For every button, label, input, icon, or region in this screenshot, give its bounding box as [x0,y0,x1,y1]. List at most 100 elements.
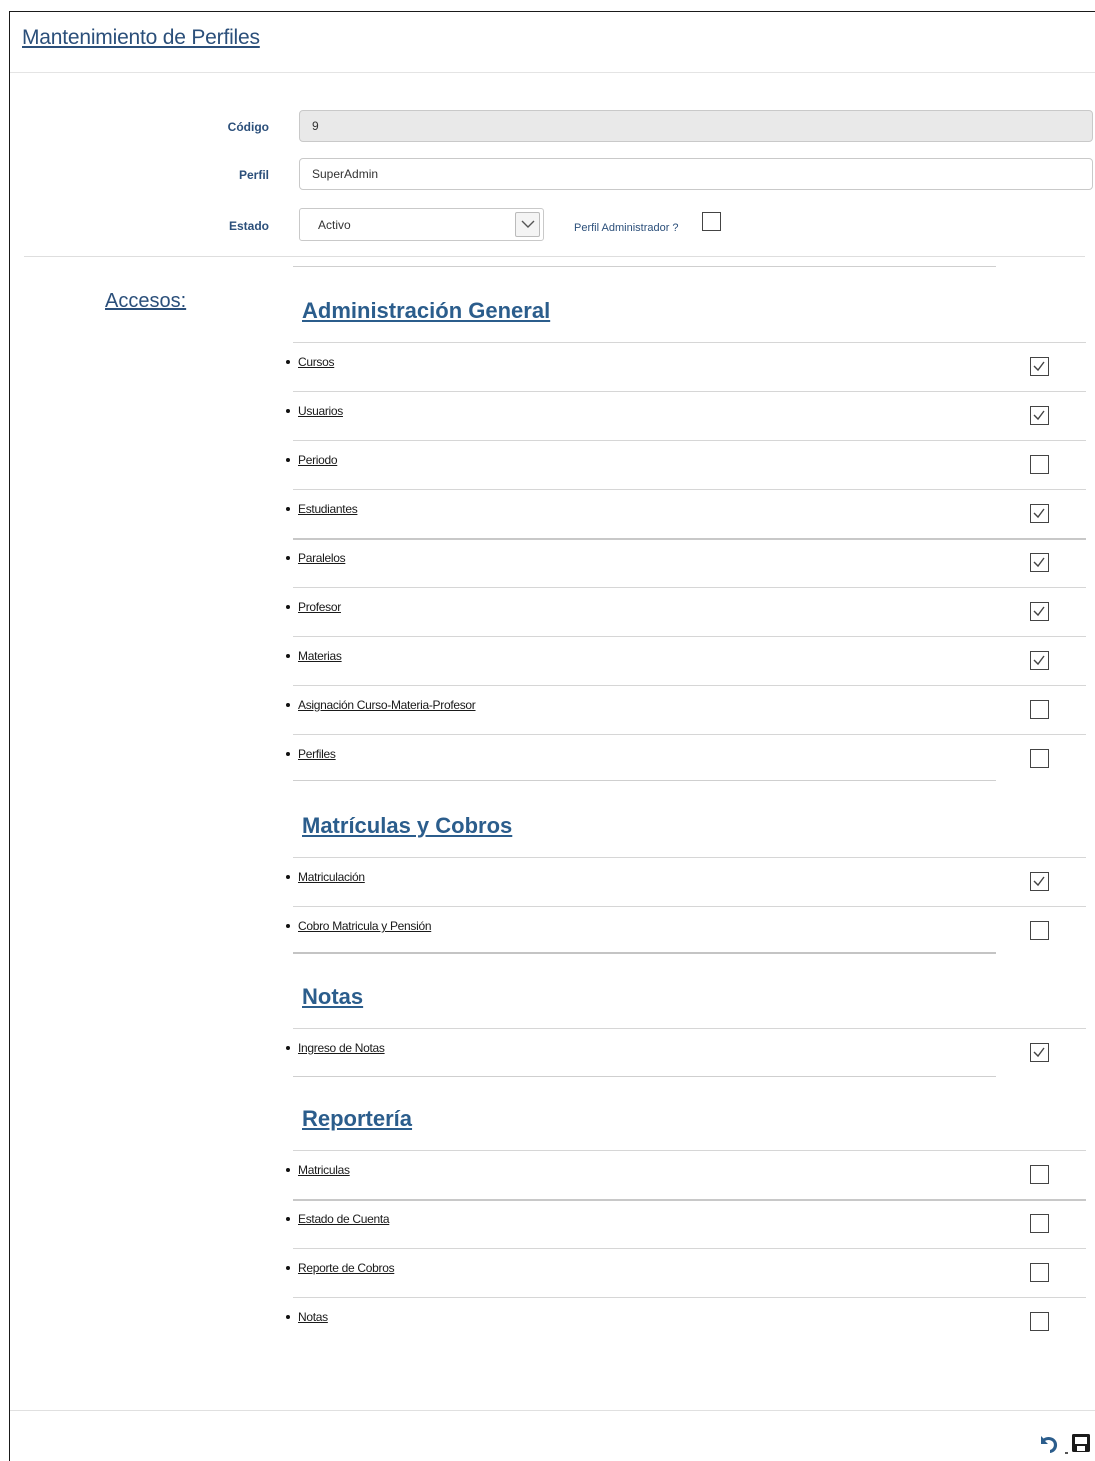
row-divider [293,906,1086,907]
access-item: Ingreso de Notas [286,1041,385,1055]
save-button[interactable] [1070,1432,1095,1458]
access-item-link[interactable]: Asignación Curso-Materia-Profesor [298,698,476,712]
access-item-link[interactable]: Reporte de Cobros [298,1261,395,1275]
bullet-icon [286,874,290,879]
access-item: Cobro Matricula y Pensión [286,919,432,933]
access-checkbox[interactable] [1030,700,1049,719]
access-checkbox[interactable] [1030,406,1049,425]
checkmark-icon [1033,876,1045,887]
access-item: Notas [286,1310,328,1324]
access-item-link[interactable]: Paralelos [298,551,346,565]
perfil-input[interactable]: SuperAdmin [299,158,1093,190]
checkmark-icon [1033,361,1045,372]
section-title[interactable]: Matrículas y Cobros [302,813,512,839]
toolbar-separator [1065,1452,1068,1454]
access-checkbox[interactable] [1030,553,1049,572]
access-checkbox[interactable] [1030,749,1049,768]
admin-checkbox-label: Perfil Administrador ? [574,222,679,234]
bullet-icon [286,1216,290,1221]
access-item-link[interactable]: Estudiantes [298,502,358,516]
bullet-icon [286,653,290,658]
access-item-link[interactable]: Notas [298,1310,328,1324]
access-checkbox[interactable] [1030,455,1049,474]
access-item: Perfiles [286,747,336,761]
page-container: Mantenimiento de Perfiles Código 9 Perfi… [9,11,1095,1461]
bullet-icon [286,702,290,707]
page-title: Mantenimiento de Perfiles [22,26,260,49]
access-checkbox[interactable] [1030,357,1049,376]
checkmark-icon [1033,410,1045,421]
access-item-link[interactable]: Periodo [298,453,338,467]
save-icon [1072,1434,1090,1452]
access-item: Matriculación [286,870,365,884]
bullet-icon [286,457,290,462]
form-divider [24,256,1085,257]
row-divider [293,587,1086,588]
section-end-divider [293,780,996,781]
row-divider [293,1150,1086,1151]
section-title[interactable]: Reportería [302,1106,412,1132]
bullet-icon [286,604,290,609]
access-checkbox[interactable] [1030,1214,1049,1233]
undo-button[interactable] [1035,1432,1061,1458]
bullet-icon [286,1167,290,1172]
access-item-link[interactable]: Matriculas [298,1163,350,1177]
access-item: Materias [286,649,342,663]
access-item: Asignación Curso-Materia-Profesor [286,698,476,712]
accesos-label: Accesos: [105,290,187,312]
access-checkbox[interactable] [1030,872,1049,891]
row-divider [293,489,1086,490]
row-divider [293,391,1086,392]
checkmark-icon [1033,1047,1045,1058]
access-item: Matriculas [286,1163,350,1177]
row-divider [293,342,1086,343]
bullet-icon [286,923,290,928]
undo-icon [1041,1436,1058,1453]
access-checkbox[interactable] [1030,1312,1049,1331]
title-divider [10,72,1095,73]
access-item-link[interactable]: Ingreso de Notas [298,1041,385,1055]
access-item-link[interactable]: Usuarios [298,404,343,418]
access-item-link[interactable]: Cobro Matricula y Pensión [298,919,432,933]
row-divider [293,1199,1086,1201]
access-item-link[interactable]: Materias [298,649,342,663]
section-title[interactable]: Notas [302,984,363,1010]
row-divider [293,1248,1086,1249]
estado-label: Estado [228,219,269,233]
access-checkbox[interactable] [1030,1263,1049,1282]
access-item: Periodo [286,453,338,467]
bullet-icon [286,1265,290,1270]
access-item-link[interactable]: Perfiles [298,747,336,761]
row-divider [293,440,1086,441]
section-end-divider [293,1076,996,1077]
bullet-icon [286,408,290,413]
access-item: Profesor [286,600,341,614]
row-divider [293,538,1086,540]
codigo-label: Código [227,120,269,134]
access-item-link[interactable]: Cursos [298,355,335,369]
estado-select-value: Activo [318,218,351,232]
access-checkbox[interactable] [1030,1043,1049,1062]
row-divider [293,636,1086,637]
perfil-label: Perfil [238,168,269,182]
access-checkbox[interactable] [1030,504,1049,523]
admin-checkbox[interactable] [702,212,721,231]
access-item-link[interactable]: Estado de Cuenta [298,1212,390,1226]
bullet-icon [286,1314,290,1319]
checkmark-icon [1033,606,1045,617]
access-checkbox[interactable] [1030,921,1049,940]
section-title[interactable]: Administración General [302,298,550,324]
bullet-icon [286,751,290,756]
access-checkbox[interactable] [1030,651,1049,670]
row-divider [293,1297,1086,1298]
access-item-link[interactable]: Matriculación [298,870,365,884]
access-item: Reporte de Cobros [286,1261,395,1275]
access-item: Estado de Cuenta [286,1212,390,1226]
access-checkbox[interactable] [1030,602,1049,621]
estado-select[interactable]: Activo [299,208,544,241]
access-checkbox[interactable] [1030,1165,1049,1184]
row-divider [293,1028,1086,1029]
chevron-down-icon[interactable] [515,212,540,237]
access-item-link[interactable]: Profesor [298,600,341,614]
checkmark-icon [1033,508,1045,519]
